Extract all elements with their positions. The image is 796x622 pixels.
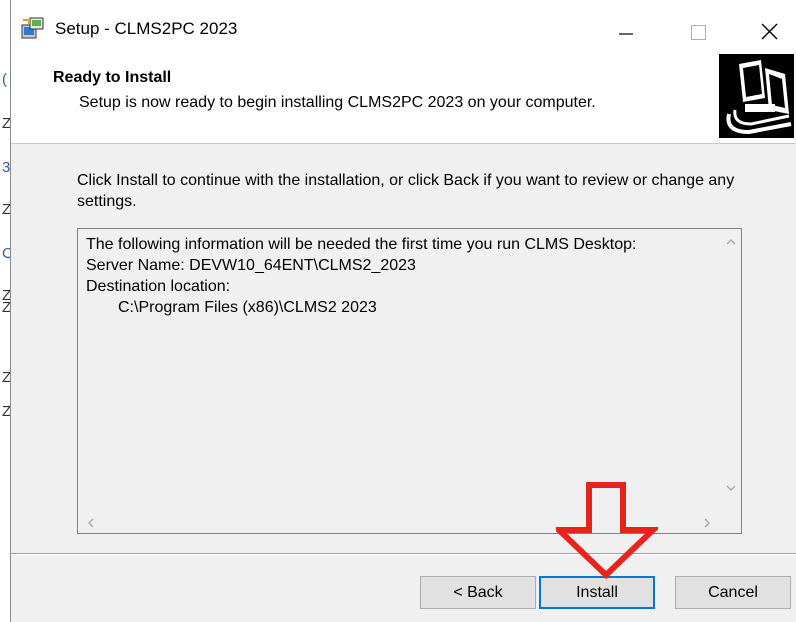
title-bar[interactable]: Setup - CLMS2PC 2023 (11, 0, 796, 52)
memo-line: C:\Program Files (x86)\CLMS2 2023 (118, 299, 377, 316)
page-subtitle: Setup is now ready to begin installing C… (79, 94, 596, 111)
minimize-button[interactable] (601, 10, 647, 46)
background-glyph: Z (2, 369, 10, 386)
page-title: Ready to Install (53, 69, 172, 86)
minimize-icon (619, 33, 633, 35)
close-icon (761, 23, 778, 40)
background-glyph: Z (2, 115, 10, 132)
cancel-button[interactable]: Cancel (675, 576, 791, 609)
wizard-header: Ready to Install Setup is now ready to b… (11, 52, 796, 144)
setup-installer-icon (21, 17, 44, 39)
memo-content: The following information will be needed… (86, 234, 711, 318)
close-button[interactable] (746, 10, 792, 46)
scroll-right-icon (704, 518, 710, 528)
scrollbar-arrows (726, 239, 736, 491)
install-button[interactable]: Install (539, 576, 655, 609)
background-glyph: Z (2, 403, 10, 420)
scroll-down-icon (726, 485, 736, 491)
memo-line: The following information will be needed… (86, 236, 637, 253)
scroll-up-icon (726, 239, 736, 245)
memo-line: Server Name: DEVW10_64ENT\CLMS2_2023 (86, 257, 416, 274)
bottom-divider (11, 553, 796, 555)
red-down-arrow-icon (556, 482, 658, 580)
instruction-text: Click Install to continue with the insta… (77, 172, 735, 210)
window-title: Setup - CLMS2PC 2023 (55, 19, 238, 38)
background-glyph: C (2, 245, 10, 262)
computer-install-icon (719, 54, 794, 138)
background-glyph: ( (2, 71, 7, 88)
scrollbar-corner (721, 513, 741, 533)
maximize-button[interactable] (674, 10, 720, 46)
back-button[interactable]: < Back (420, 576, 536, 609)
scroll-left-icon (88, 518, 94, 528)
vertical-scrollbar[interactable] (721, 229, 741, 515)
background-glyph: Z (2, 201, 10, 218)
setup-window: Setup - CLMS2PC 2023 Ready to Install Se… (10, 0, 796, 622)
background-glyph: Z (2, 299, 10, 316)
memo-line: Destination location: (86, 278, 231, 295)
background-window: ( Z 3 Z C Z Z Z Z (0, 0, 10, 622)
background-glyph: 3 (2, 159, 10, 176)
maximize-icon (691, 25, 706, 40)
